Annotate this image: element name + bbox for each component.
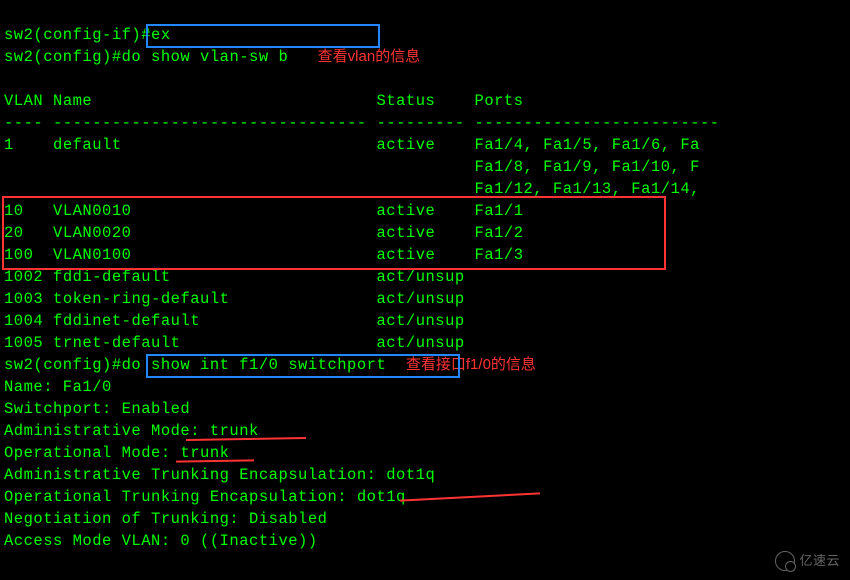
output-line: Name: Fa1/0 [4, 378, 112, 396]
prompt: sw2(config)# [4, 48, 122, 66]
separator: ---- [4, 114, 43, 132]
output-line: Access Mode VLAN: 0 ((Inactive)) [4, 532, 318, 550]
table-row: 1004 fddinet-default act/unsup [4, 312, 465, 330]
output-line: Operational Mode: trunk [4, 444, 229, 462]
col-vlan: VLAN [4, 92, 43, 110]
table-row: 1002 fddi-default act/unsup [4, 268, 465, 286]
table-row: 100 VLAN0100 active Fa1/3 [4, 246, 524, 264]
separator: ------------------------- [475, 114, 720, 132]
output-line: Operational Trunking Encapsulation: dot1… [4, 488, 406, 506]
table-row: 1 default active Fa1/4, Fa1/5, Fa1/6, Fa [4, 136, 700, 154]
table-row: Fa1/12, Fa1/13, Fa1/14, [474, 180, 699, 198]
table-row: 20 VLAN0020 active Fa1/2 [4, 224, 524, 242]
table-row: 1003 token-ring-default act/unsup [4, 290, 465, 308]
output-line: Negotiation of Trunking: Disabled [4, 510, 327, 528]
separator: -------------------------------- [53, 114, 367, 132]
output-line: Administrative Mode: trunk [4, 422, 259, 440]
table-row: Fa1/8, Fa1/9, Fa1/10, F [474, 158, 699, 176]
separator: --------- [377, 114, 465, 132]
col-name: Name [53, 92, 92, 110]
command: do show vlan-sw b [122, 48, 289, 66]
prompt: sw2(config)# [4, 356, 122, 374]
terminal-output: sw2(config-if)#ex sw2(config)#do show vl… [0, 0, 850, 554]
prompt: sw2(config-if)# [4, 26, 151, 44]
watermark: 亿速云 [775, 550, 840, 572]
table-row: 10 VLAN0010 active Fa1/1 [4, 202, 524, 220]
command: ex [151, 26, 171, 44]
col-status: Status [377, 92, 436, 110]
annotation-vlan-info: 查看vlan的信息 [318, 48, 421, 65]
output-line: Administrative Trunking Encapsulation: d… [4, 466, 435, 484]
output-line: Switchport: Enabled [4, 400, 190, 418]
annotation-interface-info: 查看接口f1/0的信息 [406, 356, 536, 373]
table-row: 1005 trnet-default act/unsup [4, 334, 465, 352]
col-ports: Ports [475, 92, 524, 110]
watermark-logo-icon [775, 551, 795, 571]
command: do show int f1/0 switchport [122, 356, 387, 374]
watermark-text: 亿速云 [799, 550, 840, 572]
